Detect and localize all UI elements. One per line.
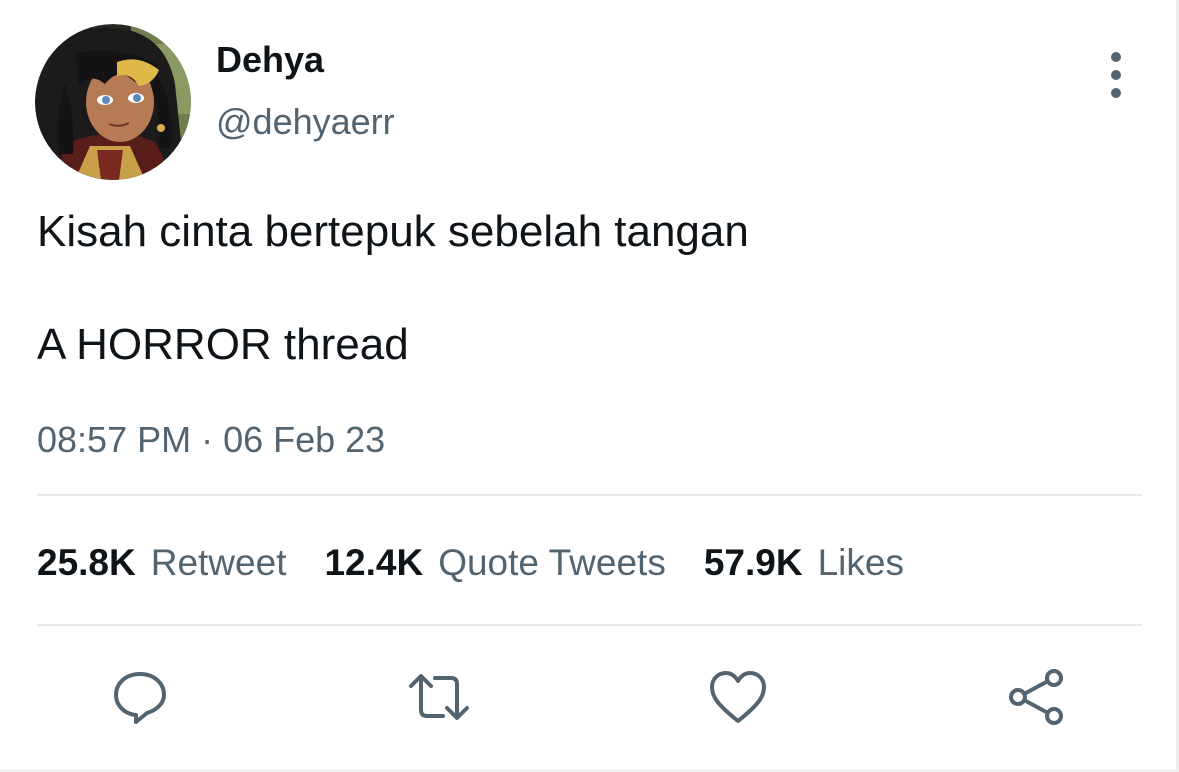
author-display-name[interactable]: Dehya [216, 38, 324, 82]
like-button[interactable] [706, 665, 770, 729]
more-dot-icon [1111, 88, 1121, 98]
tweet-timestamp[interactable]: 08:57 PM · 06 Feb 23 [37, 418, 385, 462]
quote-tweets-count: 12.4K [324, 542, 424, 583]
likes-stat[interactable]: 57.9K Likes [704, 540, 904, 586]
share-button[interactable] [1004, 665, 1068, 729]
likes-count: 57.9K [703, 542, 803, 583]
engagement-stats: 25.8K Retweet 12.4K Quote Tweets 57.9K L… [37, 540, 942, 586]
reply-button[interactable] [108, 665, 172, 729]
retweet-label: Retweet [150, 542, 287, 583]
share-nodes-icon [1009, 669, 1063, 725]
divider [37, 624, 1142, 626]
more-dot-icon [1111, 70, 1121, 80]
quote-tweets-stat[interactable]: 12.4K Quote Tweets [324, 540, 665, 586]
author-handle[interactable]: @dehyaerr [216, 100, 395, 144]
more-dot-icon [1111, 52, 1121, 62]
retweet-stat[interactable]: 25.8K Retweet [37, 540, 286, 586]
speech-bubble-icon [114, 672, 166, 724]
tweet-text-line: Kisah cinta bertepuk sebelah tangan [37, 207, 749, 256]
quote-tweets-label: Quote Tweets [438, 542, 666, 583]
retweet-count: 25.8K [37, 542, 136, 583]
retweet-arrows-icon [409, 674, 469, 720]
retweet-button[interactable] [407, 665, 471, 729]
divider [37, 494, 1142, 496]
likes-label: Likes [817, 542, 904, 583]
tweet-text-line: A HORROR thread [37, 320, 409, 369]
more-options-button[interactable] [1100, 52, 1132, 98]
tweet-detail: Dehya @dehyaerr Kisah cinta bertepuk seb… [0, 0, 1179, 772]
avatar[interactable] [35, 24, 191, 180]
heart-icon [710, 671, 766, 723]
